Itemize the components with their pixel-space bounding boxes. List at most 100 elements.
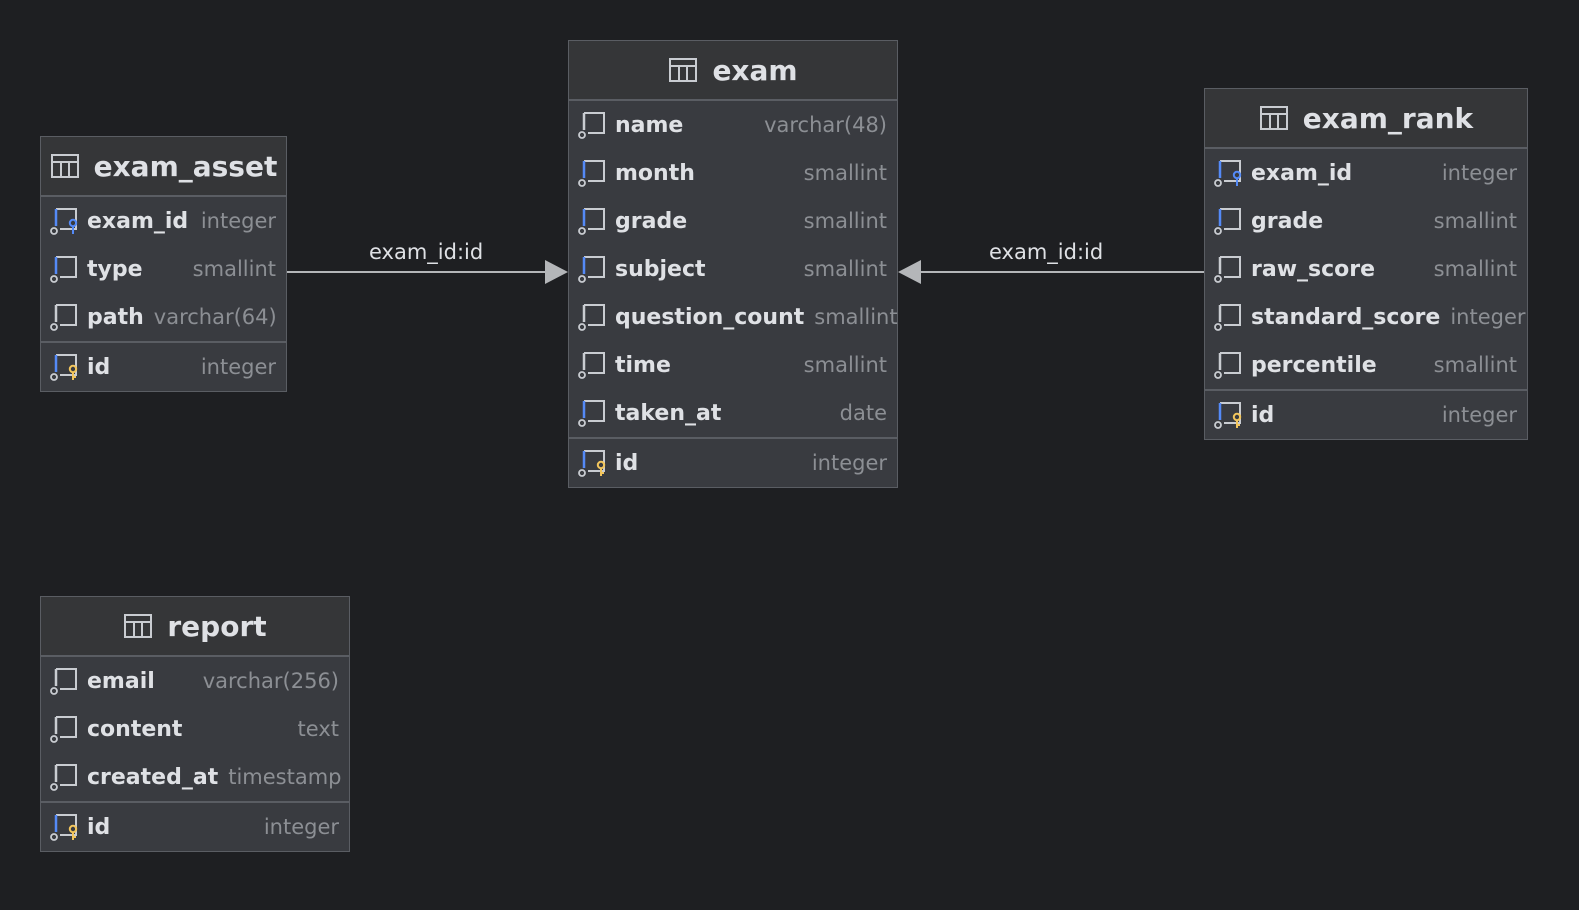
column-type: text bbox=[297, 717, 339, 741]
column-row[interactable]: raw_score smallint bbox=[1205, 245, 1527, 293]
column-icon bbox=[1214, 304, 1241, 331]
column-indexed-icon bbox=[578, 208, 605, 235]
table-title: exam bbox=[712, 53, 798, 87]
column-row[interactable]: email varchar(256) bbox=[41, 657, 349, 705]
column-type: smallint bbox=[803, 257, 887, 281]
relation-label-exam-rank: exam_id:id bbox=[989, 240, 1104, 264]
column-type: smallint bbox=[803, 209, 887, 233]
column-row[interactable]: standard_score integer bbox=[1205, 293, 1527, 341]
column-row[interactable]: time smallint bbox=[569, 341, 897, 389]
primary-key-row[interactable]: id integer bbox=[41, 803, 349, 851]
column-row[interactable]: exam_id integer bbox=[41, 197, 286, 245]
primary-key-icon bbox=[1214, 402, 1242, 429]
primary-key-section: id integer bbox=[41, 801, 349, 851]
table-title: exam_asset bbox=[93, 149, 278, 183]
column-name: email bbox=[87, 668, 155, 694]
primary-key-icon bbox=[578, 450, 606, 477]
column-name: id bbox=[87, 814, 111, 840]
column-name: content bbox=[87, 716, 183, 742]
column-row[interactable]: type smallint bbox=[41, 245, 286, 293]
column-type: varchar(64) bbox=[153, 305, 277, 329]
column-name: exam_id bbox=[87, 208, 189, 234]
column-row[interactable]: name varchar(48) bbox=[569, 101, 897, 149]
primary-key-section: id integer bbox=[569, 437, 897, 487]
table-header[interactable]: exam_rank bbox=[1205, 89, 1527, 149]
primary-key-row[interactable]: id integer bbox=[41, 343, 286, 391]
column-type: integer bbox=[1450, 305, 1526, 329]
column-row[interactable]: path varchar(64) bbox=[41, 293, 286, 341]
column-row[interactable]: created_at timestamp bbox=[41, 753, 349, 801]
column-name: subject bbox=[615, 256, 706, 282]
column-row[interactable]: content text bbox=[41, 705, 349, 753]
column-indexed-icon bbox=[578, 400, 605, 427]
column-row[interactable]: exam_id integer bbox=[1205, 149, 1527, 197]
arrowhead-exam-asset-icon bbox=[545, 260, 568, 284]
column-type: integer bbox=[200, 355, 276, 379]
column-name: id bbox=[1251, 402, 1275, 428]
column-list: name varchar(48) month smallint grade smallin… bbox=[569, 101, 898, 437]
table-icon bbox=[124, 614, 153, 638]
primary-key-row[interactable]: id integer bbox=[1205, 391, 1527, 439]
primary-key-row[interactable]: id integer bbox=[569, 439, 897, 487]
table-exam[interactable]: exam name varchar(48) month smallint grade sm… bbox=[568, 40, 898, 488]
column-name: grade bbox=[615, 208, 688, 234]
column-list: email varchar(256) content text created_at ti… bbox=[41, 657, 349, 801]
column-icon bbox=[1214, 352, 1241, 379]
column-row[interactable]: grade smallint bbox=[569, 197, 897, 245]
column-indexed-icon bbox=[578, 160, 605, 187]
column-row[interactable]: month smallint bbox=[569, 149, 897, 197]
column-icon bbox=[50, 668, 77, 695]
column-indexed-icon bbox=[50, 256, 77, 283]
column-name: time bbox=[615, 352, 671, 378]
column-icon bbox=[50, 716, 77, 743]
column-type: smallint bbox=[803, 353, 887, 377]
column-name: standard_score bbox=[1251, 304, 1441, 330]
table-exam-asset[interactable]: exam_asset exam_id integer type smallint pat… bbox=[40, 136, 287, 392]
column-list: exam_id integer grade smallint raw_score smal… bbox=[1205, 149, 1527, 389]
column-row[interactable]: subject smallint bbox=[569, 245, 897, 293]
table-icon bbox=[1259, 106, 1288, 130]
column-name: created_at bbox=[87, 764, 219, 790]
column-name: id bbox=[615, 450, 639, 476]
table-header[interactable]: report bbox=[41, 597, 349, 657]
primary-key-section: id integer bbox=[41, 341, 286, 391]
column-type: varchar(256) bbox=[202, 669, 339, 693]
column-row[interactable]: percentile smallint bbox=[1205, 341, 1527, 389]
arrowhead-exam-rank-icon bbox=[898, 260, 921, 284]
column-row[interactable]: taken_at date bbox=[569, 389, 897, 437]
column-type: integer bbox=[811, 451, 887, 475]
column-type: integer bbox=[200, 209, 276, 233]
primary-key-section: id integer bbox=[1205, 389, 1527, 439]
column-icon bbox=[578, 352, 605, 379]
column-type: smallint bbox=[192, 257, 276, 281]
column-type: smallint bbox=[1433, 257, 1517, 281]
table-header[interactable]: exam_asset bbox=[41, 137, 286, 197]
column-type: smallint bbox=[1433, 209, 1517, 233]
relation-label-exam-asset: exam_id:id bbox=[369, 240, 484, 264]
table-report[interactable]: report email varchar(256) content text creat… bbox=[40, 596, 350, 852]
column-icon bbox=[50, 304, 77, 331]
column-name: type bbox=[87, 256, 143, 282]
column-type: date bbox=[839, 401, 887, 425]
column-name: path bbox=[87, 304, 144, 330]
column-name: id bbox=[87, 354, 111, 380]
foreign-key-icon bbox=[1214, 160, 1242, 187]
column-type: smallint bbox=[814, 305, 898, 329]
foreign-key-icon bbox=[50, 208, 78, 235]
table-icon bbox=[50, 154, 79, 178]
table-header[interactable]: exam bbox=[569, 41, 897, 101]
column-row[interactable]: grade smallint bbox=[1205, 197, 1527, 245]
table-title: report bbox=[167, 609, 267, 643]
column-name: question_count bbox=[615, 304, 805, 330]
column-icon bbox=[1214, 256, 1241, 283]
primary-key-icon bbox=[50, 814, 78, 841]
table-title: exam_rank bbox=[1302, 101, 1474, 135]
column-name: raw_score bbox=[1251, 256, 1376, 282]
column-name: name bbox=[615, 112, 684, 138]
column-icon bbox=[50, 764, 77, 791]
column-name: percentile bbox=[1251, 352, 1377, 378]
er-diagram-canvas[interactable]: exam_id:id exam_id:id exam name varchar(4… bbox=[0, 0, 1579, 910]
column-type: integer bbox=[1441, 403, 1517, 427]
table-exam-rank[interactable]: exam_rank exam_id integer grade smallint raw… bbox=[1204, 88, 1528, 440]
column-row[interactable]: question_count smallint bbox=[569, 293, 898, 341]
